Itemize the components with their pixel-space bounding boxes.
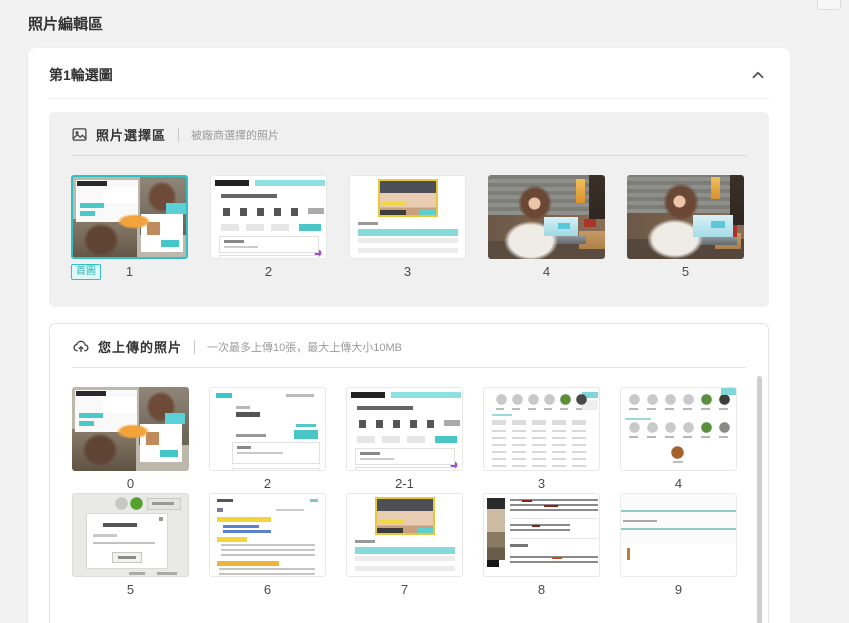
round1-header: 第1輪選圖 (49, 48, 769, 99)
upload-thumb-6[interactable] (209, 493, 326, 577)
upload-thumb-2-1[interactable] (346, 387, 463, 471)
upload-footer-8: 8 (483, 582, 600, 599)
selection-footer-5: 5 (627, 264, 744, 281)
selection-footer-1: 首圖 1 (71, 264, 188, 281)
upload-cell-9: 9 (620, 493, 737, 599)
thumb-number: 2 (264, 476, 271, 491)
thumb-number: 1 (126, 264, 133, 279)
upload-thumb-7[interactable] (346, 493, 463, 577)
upload-cell-5: 5 (72, 493, 189, 599)
thumb-number: 6 (264, 582, 271, 597)
selection-cell-1: 首圖 1 (71, 175, 188, 281)
upload-footer-7: 7 (346, 582, 463, 599)
upload-thumb-4[interactable] (620, 387, 737, 471)
upload-footer-4: 4 (620, 476, 737, 493)
upload-cell-2: 2 (209, 387, 326, 493)
thumb-number: 7 (401, 582, 408, 597)
thumb-number: 3 (538, 476, 545, 491)
selection-footer-3: 3 (349, 264, 466, 281)
selection-thumb-1[interactable] (71, 175, 188, 259)
round1-card: 第1輪選圖 照片選擇區 被廠商選擇的照片 首圖 (28, 48, 790, 623)
upload-thumb-5[interactable] (72, 493, 189, 577)
selection-cell-4: 4 (488, 175, 605, 281)
thumb-number: 2 (265, 264, 272, 279)
photo-edit-screen: 照片編輯區 第1輪選圖 照片選擇區 被廠商選擇的照片 (0, 0, 849, 623)
header-divider (194, 340, 195, 354)
thumb-number: 5 (682, 264, 689, 279)
selection-footer-4: 4 (488, 264, 605, 281)
upload-thumb-9[interactable] (620, 493, 737, 577)
selection-cell-3: 3 (349, 175, 466, 281)
upload-cell-7: 7 (346, 493, 463, 599)
selection-cell-2: 2 (210, 175, 327, 281)
upload-footer-0: 0 (72, 476, 189, 493)
page-title: 照片編輯區 (0, 0, 849, 43)
upload-footer-2: 2 (209, 476, 326, 493)
thumb-number: 0 (127, 476, 134, 491)
selection-thumb-4[interactable] (488, 175, 605, 259)
thumb-number: 9 (675, 582, 682, 597)
upload-cell-4: 4 (620, 387, 737, 493)
selection-thumb-3[interactable] (349, 175, 466, 259)
upload-thumb-3[interactable] (483, 387, 600, 471)
uploads-panel-header: 您上傳的照片 一次最多上傳10張，最大上傳大小10MB (72, 337, 746, 368)
round1-title: 第1輪選圖 (49, 65, 113, 85)
selection-thumb-row: 首圖 1 2 3 (71, 175, 747, 281)
upload-cell-0: 0 (72, 387, 189, 493)
uploads-panel: 您上傳的照片 一次最多上傳10張，最大上傳大小10MB 0 2 (49, 323, 769, 623)
upload-thumb-2[interactable] (209, 387, 326, 471)
thumb-number: 5 (127, 582, 134, 597)
thumb-number: 2-1 (395, 476, 414, 491)
selection-cell-5: 5 (627, 175, 744, 281)
upload-footer-5: 5 (72, 582, 189, 599)
upload-cell-2-1: 2-1 (346, 387, 463, 493)
upload-cell-3: 3 (483, 387, 600, 493)
selection-thumb-2[interactable] (210, 175, 327, 259)
thumb-number: 3 (404, 264, 411, 279)
vertical-scrollbar[interactable] (757, 376, 762, 623)
collapse-button[interactable] (747, 64, 769, 86)
upload-cell-6: 6 (209, 493, 326, 599)
header-divider (178, 128, 179, 142)
upload-footer-3: 3 (483, 476, 600, 493)
thumb-number: 4 (543, 264, 550, 279)
upload-thumb-8[interactable] (483, 493, 600, 577)
cloud-upload-icon (72, 338, 90, 356)
upload-footer-6: 6 (209, 582, 326, 599)
bubble-icon[interactable] (817, 0, 841, 10)
cover-badge: 首圖 (71, 264, 101, 280)
upload-thumb-0[interactable] (72, 387, 189, 471)
thumb-number: 4 (675, 476, 682, 491)
selection-panel: 照片選擇區 被廠商選擇的照片 首圖 1 2 (49, 112, 769, 307)
upload-footer-9: 9 (620, 582, 737, 599)
selection-subtitle: 被廠商選擇的照片 (191, 127, 279, 143)
selection-title: 照片選擇區 (96, 125, 166, 144)
selection-footer-2: 2 (210, 264, 327, 281)
image-icon (71, 126, 88, 143)
selection-thumb-5[interactable] (627, 175, 744, 259)
thumb-number: 8 (538, 582, 545, 597)
uploads-grid: 0 2 2-1 3 (72, 387, 746, 599)
upload-footer-2-1: 2-1 (346, 476, 463, 493)
selection-panel-header: 照片選擇區 被廠商選擇的照片 (71, 125, 747, 156)
upload-cell-8: 8 (483, 493, 600, 599)
chevron-up-icon (749, 72, 767, 87)
uploads-subtitle: 一次最多上傳10張，最大上傳大小10MB (207, 339, 402, 355)
uploads-title: 您上傳的照片 (98, 337, 182, 356)
